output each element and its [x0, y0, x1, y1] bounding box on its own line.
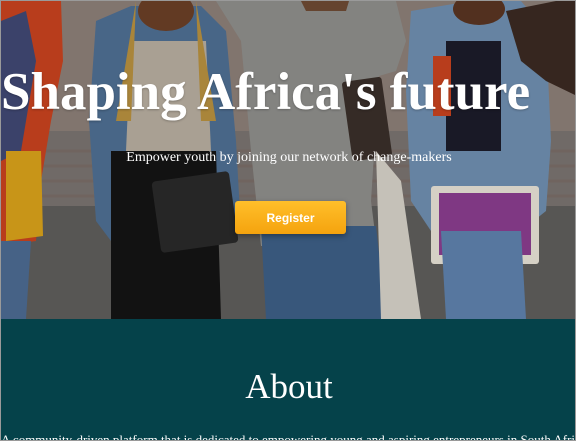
page: Shaping Africa's future Empower youth by… — [0, 0, 576, 441]
about-text: A community-driven platform that is dedi… — [1, 432, 576, 441]
hero-title: Shaping Africa's future — [1, 63, 531, 121]
register-button[interactable]: Register — [235, 201, 346, 234]
about-heading: About — [245, 367, 333, 406]
hero-subtitle: Empower youth by joining our network of … — [126, 150, 452, 165]
about-section: About A community-driven platform that i… — [1, 319, 576, 441]
hero-section: Shaping Africa's future Empower youth by… — [1, 1, 575, 319]
